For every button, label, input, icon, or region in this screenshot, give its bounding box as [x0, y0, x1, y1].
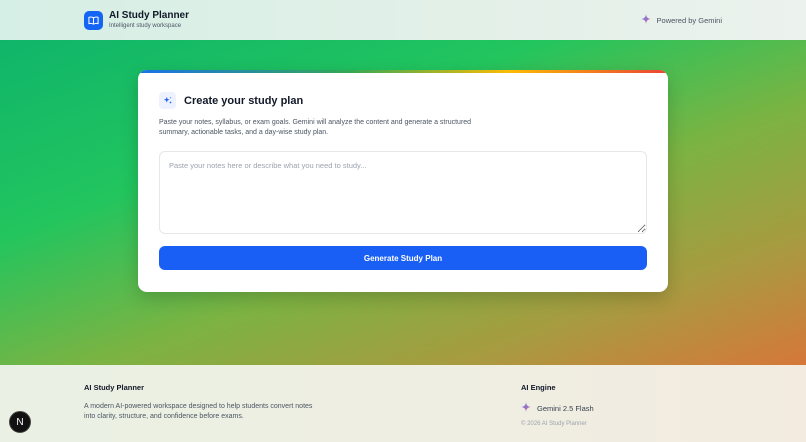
brand: AI Study Planner Intelligent study works…: [84, 10, 189, 31]
gemini-sparkle-icon: [521, 402, 531, 414]
footer-engine-heading: AI Engine: [521, 383, 556, 392]
gemini-sparkle-icon: [640, 14, 651, 26]
app-title: AI Study Planner: [109, 9, 190, 21]
notes-input[interactable]: [159, 151, 647, 234]
generate-study-plan-button[interactable]: Generate Study Plan: [159, 246, 647, 270]
engine-row: Gemini 2.5 Flash: [521, 402, 594, 414]
card-accent-bar: [138, 70, 668, 73]
card-header: Create your study plan: [159, 92, 303, 109]
footer-engine: AI Engine Gemini 2.5 Flash © 2026 AI Stu…: [521, 383, 594, 427]
footer-about-text: A modern AI-powered workspace designed t…: [84, 403, 313, 420]
card-description: Paste your notes, syllabus, or exam goal…: [159, 119, 472, 136]
app-subtitle: Intelligent study workspace: [109, 22, 182, 29]
powered-by-label: Powered by Gemini: [656, 15, 722, 25]
nextjs-dev-badge[interactable]: N: [9, 411, 31, 433]
card-title: Create your study plan: [184, 94, 304, 107]
sparkles-icon: [159, 92, 176, 109]
app-footer: AI Study Planner A modern AI-powered wor…: [0, 365, 806, 442]
powered-by: Powered by Gemini: [640, 14, 722, 26]
copyright: © 2026 AI Study Planner: [521, 421, 587, 427]
footer-about-heading: AI Study Planner: [84, 383, 145, 392]
app-header: AI Study Planner Intelligent study works…: [0, 0, 806, 40]
footer-about: AI Study Planner A modern AI-powered wor…: [84, 383, 324, 422]
engine-name: Gemini 2.5 Flash: [537, 403, 594, 413]
study-plan-card: Create your study plan Paste your notes,…: [138, 70, 668, 292]
book-icon: [84, 10, 103, 30]
